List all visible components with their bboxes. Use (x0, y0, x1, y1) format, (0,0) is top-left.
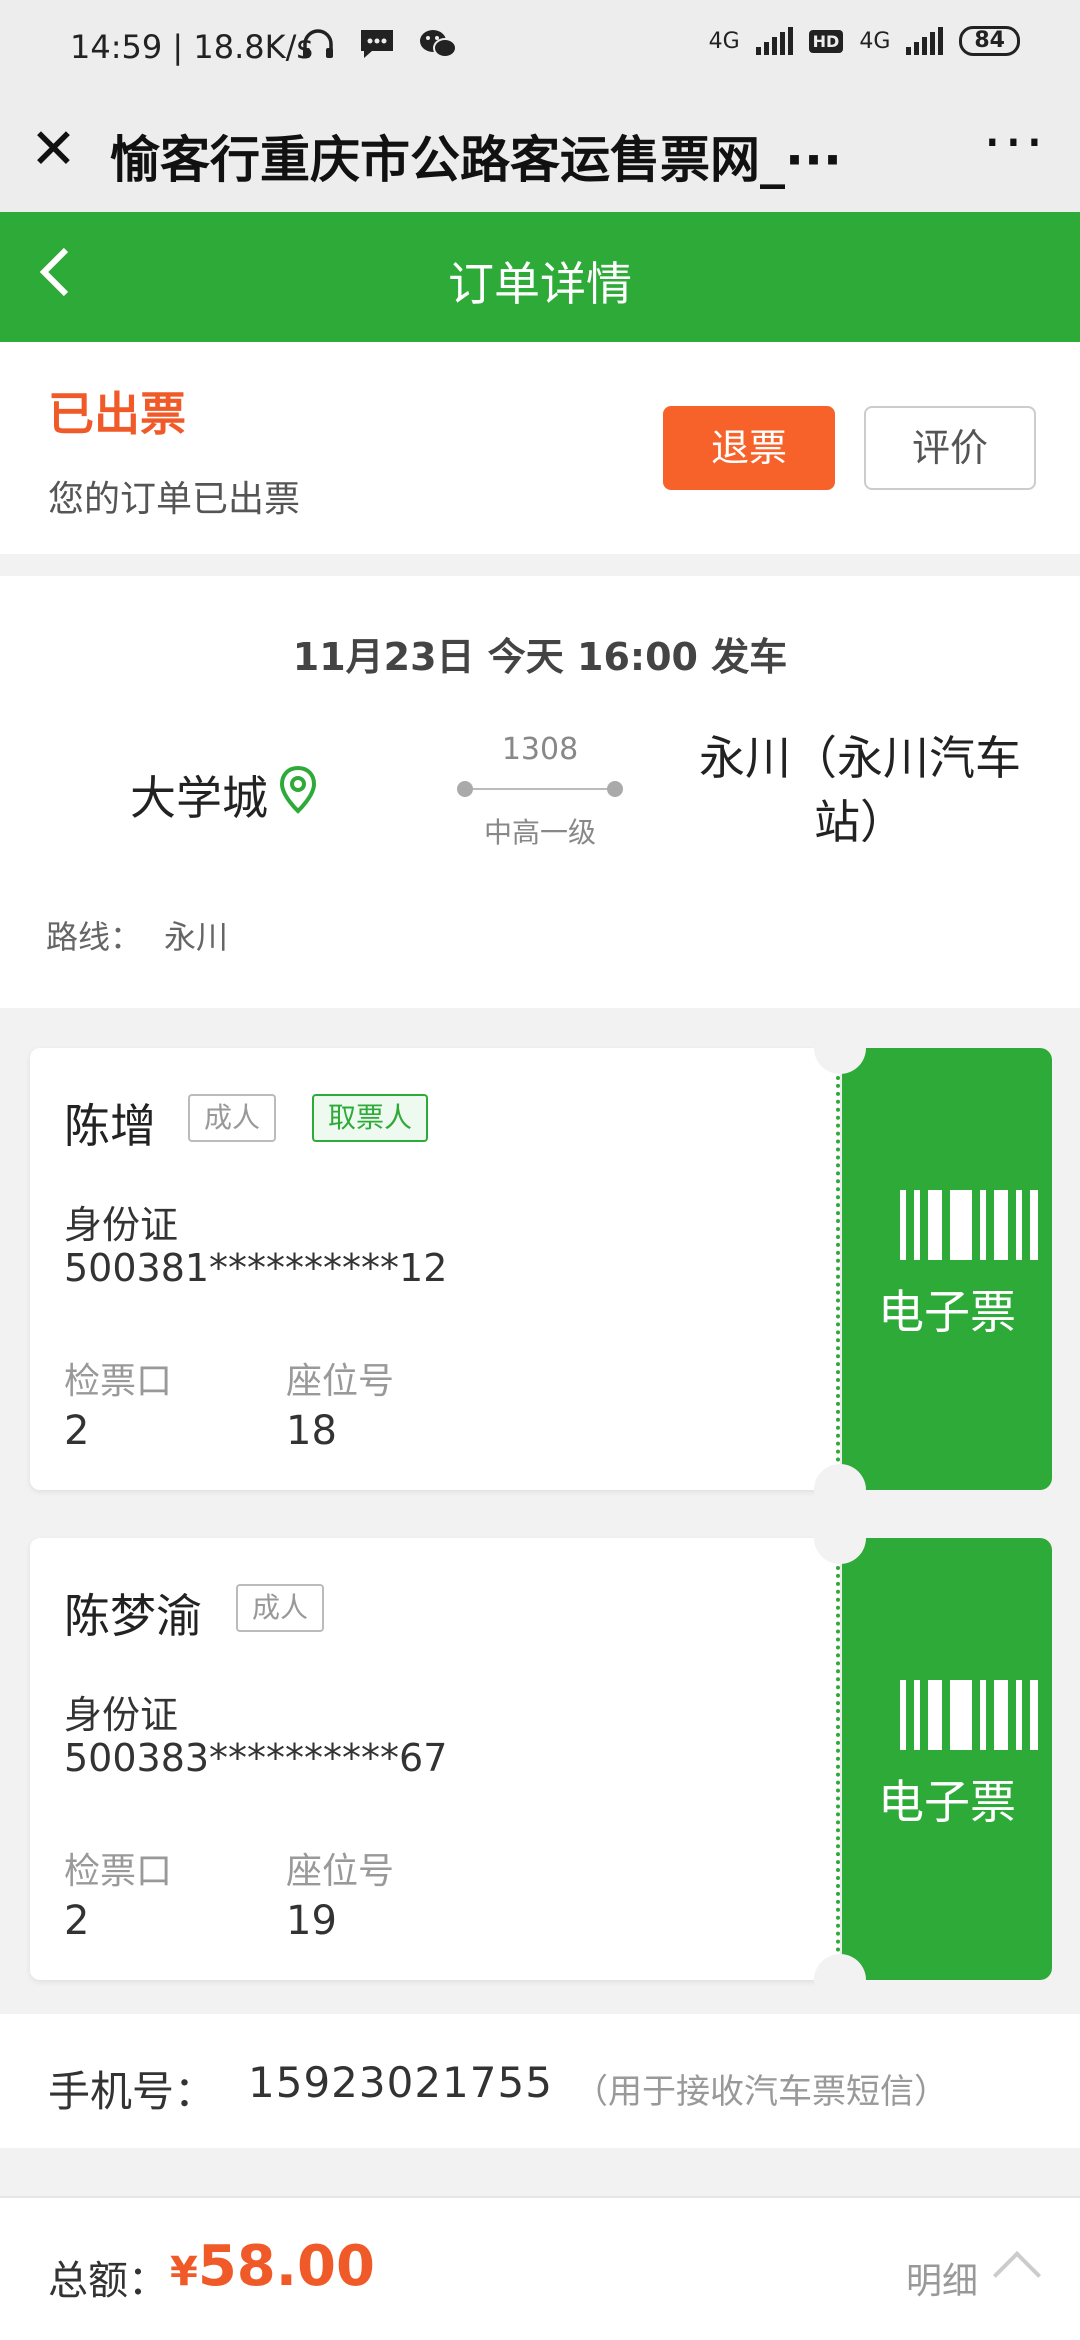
signal-icon (755, 27, 793, 55)
id-type: 身份证 (64, 1203, 179, 1247)
route-end-dot (607, 781, 623, 797)
page-title: 订单详情 (448, 257, 632, 311)
wechat-icon (418, 27, 458, 65)
route-start-dot (457, 781, 473, 797)
phone-number: 15923021755 (248, 2058, 553, 2107)
order-status-subtitle: 您的订单已出票 (48, 479, 301, 520)
barcode-icon (900, 1190, 1046, 1260)
network-4g-label: 4G (708, 28, 740, 54)
webview-title-bar: ✕ 愉客行重庆市公路客运售票网_··· ··· (0, 92, 1080, 212)
departure-time: 11月23日 今天 16:00 发车 (292, 635, 788, 679)
message-icon (358, 27, 396, 65)
location-pin-icon[interactable] (278, 765, 318, 826)
seat-value: 19 (286, 1898, 337, 1944)
ticket-notch-top (814, 1022, 866, 1074)
headphones-icon (300, 26, 336, 66)
total-footer: 总额： ¥58.00 明细 (0, 2196, 1080, 2340)
close-icon[interactable]: ✕ (30, 120, 77, 180)
page-header: 订单详情 (0, 212, 1080, 342)
ticket-notch-bottom (814, 1954, 866, 2006)
bus-info: 1308 中高一级 (455, 732, 625, 851)
eticket-stub[interactable] (842, 1048, 1052, 1490)
more-options-icon[interactable]: ··· (983, 108, 1046, 178)
ticket-type-tag: 成人 (236, 1584, 325, 1632)
passenger-name: 陈增 (64, 1099, 156, 1153)
currency-symbol: ¥ (170, 2249, 198, 2295)
gate-value: 2 (64, 1408, 90, 1454)
ticket-notch-bottom (814, 1464, 866, 1516)
trip-info-card: 11月23日 今天 16:00 发车 大学城 1308 中高一级 永川（永川汽车… (0, 576, 1080, 1008)
network-4g-label-2: 4G (859, 28, 891, 54)
webview-title: 愉客行重庆市公路客运售票网_··· (110, 131, 842, 189)
route-line (455, 777, 625, 801)
id-number: 500381**********12 (64, 1246, 448, 1290)
eticket-stub[interactable] (842, 1538, 1052, 1980)
signal-icon-2 (906, 27, 944, 55)
route-info: 路线： 永川 (46, 912, 228, 958)
status-bar: 14:59 | 18.8K/s 4G HD 4G 84 (0, 0, 1080, 92)
departure-station-name: 大学城 (130, 771, 268, 825)
status-right: 4G HD 4G 84 (709, 26, 1020, 56)
eticket-label[interactable]: 电子票 (842, 1276, 1052, 1342)
pickup-person-tag: 取票人 (312, 1094, 429, 1142)
status-icons (300, 26, 458, 66)
route-value: 永川 (164, 918, 229, 956)
hd-badge: HD (808, 29, 844, 53)
detail-toggle[interactable]: 明细 (906, 2252, 978, 2304)
review-button[interactable]: 评价 (864, 406, 1036, 490)
seat-value: 18 (286, 1408, 337, 1454)
route-label: 路线： (46, 918, 143, 956)
gate-label: 检票口 (64, 1851, 173, 1892)
status-time: 14:59 | 18.8K/s (70, 28, 314, 66)
seat-label: 座位号 (286, 1851, 395, 1892)
barcode-icon (900, 1680, 1046, 1750)
ticket-card: 陈梦渝 成人 身份证 500383**********67 检票口 2 座位号 … (30, 1512, 1052, 2006)
seat-label: 座位号 (286, 1361, 395, 1402)
ticket-type-tag: 成人 (188, 1094, 277, 1142)
ticket-perforation (836, 1558, 844, 1960)
contact-phone-section: 手机号： 15923021755 （用于接收汽车票短信） (0, 2014, 1080, 2148)
id-type: 身份证 (64, 1693, 179, 1737)
gate-label: 检票口 (64, 1361, 173, 1402)
total-label: 总额： (48, 2258, 168, 2304)
order-status-section: 已出票 您的订单已出票 退票 评价 (0, 342, 1080, 554)
phone-note: （用于接收汽车票短信） (574, 2072, 948, 2112)
departure-station: 大学城 (130, 762, 318, 828)
id-number: 500383**********67 (64, 1736, 448, 1780)
passenger-name: 陈梦渝 (64, 1589, 202, 1643)
battery-indicator: 84 (959, 26, 1020, 56)
amount-value: 58.00 (197, 2234, 375, 2299)
ticket-card: 陈增 成人 取票人 身份证 500381**********12 检票口 2 座… (30, 1022, 1052, 1516)
bus-code: 1308 (501, 732, 579, 767)
ticket-perforation (836, 1068, 844, 1470)
chevron-up-icon[interactable] (992, 2250, 1042, 2300)
ticket-notch-top (814, 1512, 866, 1564)
refund-button[interactable]: 退票 (663, 406, 835, 490)
arrival-station: 永川（永川汽车站） (699, 731, 1021, 849)
eticket-label[interactable]: 电子票 (842, 1766, 1052, 1832)
order-status-title: 已出票 (48, 387, 186, 441)
gate-value: 2 (64, 1898, 90, 1944)
bus-grade: 中高一级 (483, 816, 596, 849)
total-amount: ¥58.00 (170, 2234, 375, 2299)
phone-label: 手机号： (48, 2067, 217, 2116)
